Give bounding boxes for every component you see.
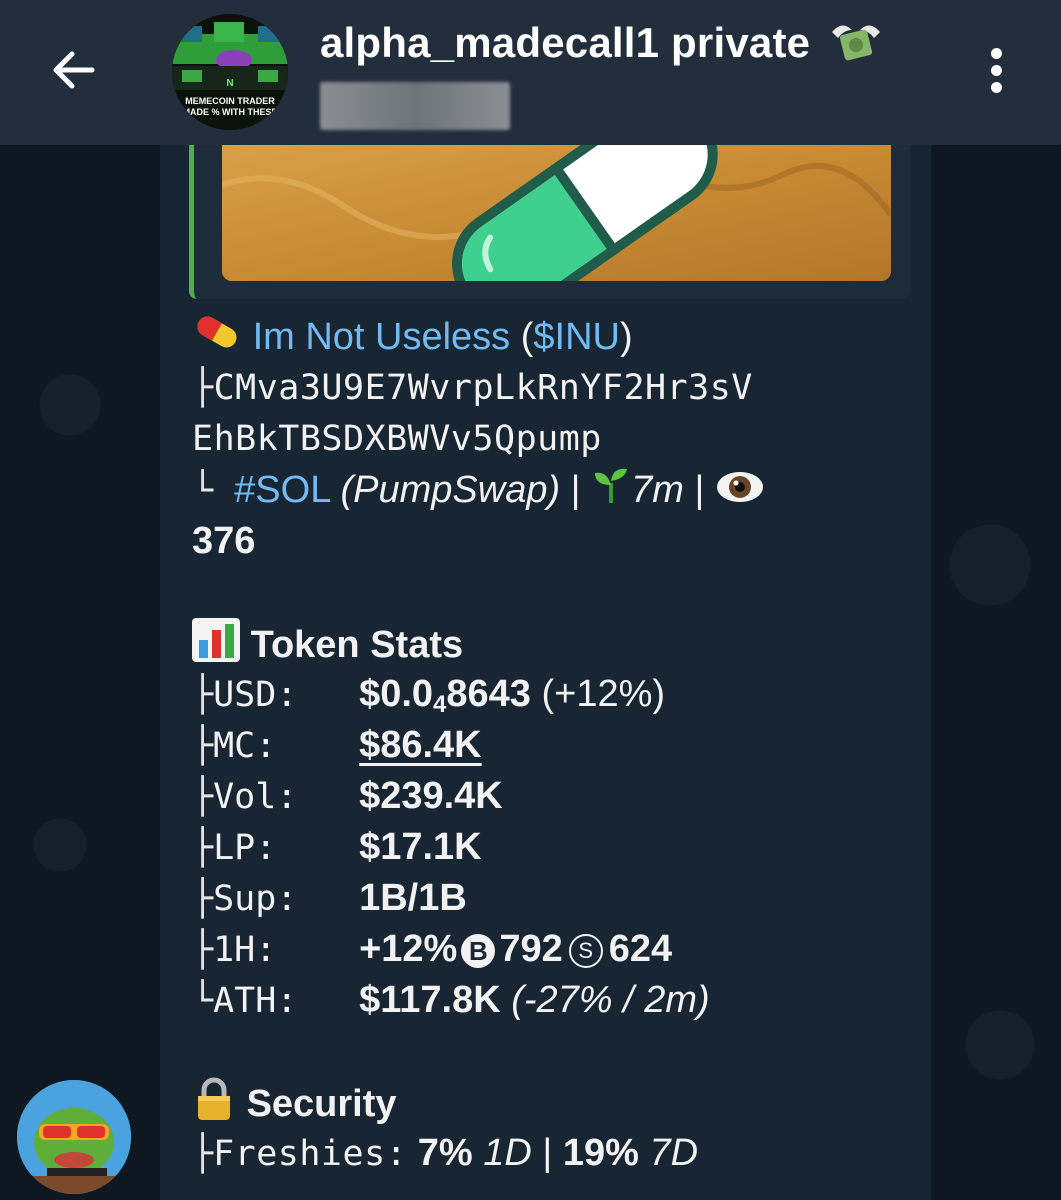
chain-hashtag[interactable]: #SOL [234, 469, 330, 511]
back-arrow-icon[interactable] [44, 40, 104, 100]
tree-branch: ├ [192, 726, 214, 766]
token-ticker-link[interactable]: $INU [533, 316, 620, 358]
contract-address-line-2[interactable]: EhBkTBSDXBWVv5Qpump [192, 414, 892, 465]
separator-2: | [683, 469, 715, 512]
tree-branch: ├ [192, 828, 214, 868]
chat-header: N MEMECOIN TRADER MADE % WITH THESE alph… [0, 0, 1061, 145]
usd-price-part-b: 8643 [446, 673, 531, 715]
link-preview-card[interactable] [189, 145, 910, 299]
tree-branch: ├ [192, 368, 214, 408]
freshies-1d: 7% [417, 1132, 473, 1174]
freshies-label: Freshies: [213, 1134, 408, 1174]
lp-label: LP: [213, 828, 277, 868]
stat-lp: ├LP: $17.1K [192, 822, 892, 873]
freshies-7d-unit: 7D [638, 1132, 699, 1174]
stat-mc: ├MC: $86.4K [192, 720, 892, 771]
money-with-wings-icon [828, 18, 884, 74]
h1-buys: 792 [499, 928, 563, 970]
lock-icon [192, 1077, 236, 1135]
tree-end: └ [192, 981, 214, 1021]
token-name-link[interactable]: Im Not Useless [253, 316, 511, 358]
usd-price-part-a: $0.0 [359, 673, 434, 715]
usd-label: USD: [213, 675, 298, 715]
chain-info-line: └ #SOL (PumpSwap) | 7m | [192, 465, 892, 516]
sender-avatar[interactable] [17, 1080, 131, 1194]
svg-text:N: N [226, 78, 233, 89]
channel-avatar[interactable]: N MEMECOIN TRADER MADE % WITH THESE [172, 14, 288, 130]
ticker-close: ) [619, 316, 633, 359]
usd-change: (+12%) [530, 673, 666, 715]
tree-branch: ├ [192, 777, 214, 817]
stat-supply: ├Sup: 1B/1B [192, 873, 892, 924]
stat-1h: ├1H: +12% B 792 S 624 [192, 924, 892, 975]
ath-detail: (-27% / 2m) [500, 979, 710, 1021]
usd-price: $0.048643 [359, 673, 531, 718]
blurred-subtitle [320, 82, 510, 130]
token-stats-header: Token Stats [192, 618, 892, 669]
usd-price-zeros: 4 [433, 691, 447, 718]
ath-label: ATH: [213, 981, 298, 1021]
freshies-7d: 19% [562, 1132, 639, 1174]
eye-icon [715, 467, 765, 518]
dex-name: (PumpSwap) [340, 469, 561, 512]
tree-end: └ [192, 471, 235, 512]
lp-value: $17.1K [359, 826, 482, 868]
token-header-line: Im Not Useless ($INU) [192, 312, 892, 363]
h1-change: +12% [359, 928, 458, 970]
vol-label: Vol: [213, 777, 298, 817]
sup-value: 1B/1B [359, 877, 467, 919]
security-header: Security [192, 1077, 892, 1128]
freshies-1d-unit: 1D [472, 1132, 532, 1174]
freshies-sep: | [531, 1132, 563, 1174]
bar-chart-icon [192, 618, 240, 676]
sells-icon: S [568, 933, 603, 968]
tree-branch: ├ [192, 1134, 214, 1174]
h1-sells: 624 [608, 928, 673, 970]
tree-branch: ├ [192, 879, 214, 919]
sup-label: Sup: [213, 879, 298, 919]
security-freshies: ├Freshies: 7% 1D | 19% 7D [192, 1128, 892, 1179]
ticker-open: ( [510, 316, 534, 359]
contract-address-line-1[interactable]: ├CMva3U9E7WvrpLkRnYF2Hr3sV [192, 363, 892, 414]
tree-branch: ├ [192, 675, 214, 715]
token-stats-title: Token Stats [250, 624, 464, 667]
mc-label: MC: [213, 726, 277, 766]
seedling-icon [591, 465, 631, 519]
security-title: Security [246, 1083, 397, 1126]
pill-icon [192, 312, 242, 366]
avatar-caption: MEMECOIN TRADER MADE % WITH THESE [182, 96, 278, 117]
stat-vol: ├Vol: $239.4K [192, 771, 892, 822]
vol-value: $239.4K [359, 775, 503, 817]
contract-address-part-1[interactable]: CMva3U9E7WvrpLkRnYF2Hr3sV [214, 368, 753, 408]
tree-branch: ├ [192, 930, 214, 970]
ath-value: $117.8K [359, 979, 501, 1021]
buys-icon: B [461, 933, 496, 968]
contract-address-part-2[interactable]: EhBkTBSDXBWVv5Qpump [192, 419, 602, 459]
message-text: Im Not Useless ($INU) ├CMva3U9E7WvrpLkRn… [192, 312, 892, 1179]
chat-title-text: alpha_madecall1 private [320, 19, 811, 67]
stat-usd: ├USD: $0.048643 (+12%) [192, 669, 892, 720]
more-options-icon[interactable] [985, 48, 1007, 96]
token-age: 7m [631, 469, 684, 512]
h1-label: 1H: [213, 930, 277, 970]
view-count: 376 [192, 520, 256, 562]
preview-image[interactable] [222, 145, 891, 281]
separator: | [560, 469, 592, 512]
chat-title[interactable]: alpha_madecall1 private [320, 18, 884, 74]
mc-value-link[interactable]: $86.4K [359, 724, 482, 766]
stat-ath: └ATH: $117.8K (-27% / 2m) [192, 975, 892, 1026]
